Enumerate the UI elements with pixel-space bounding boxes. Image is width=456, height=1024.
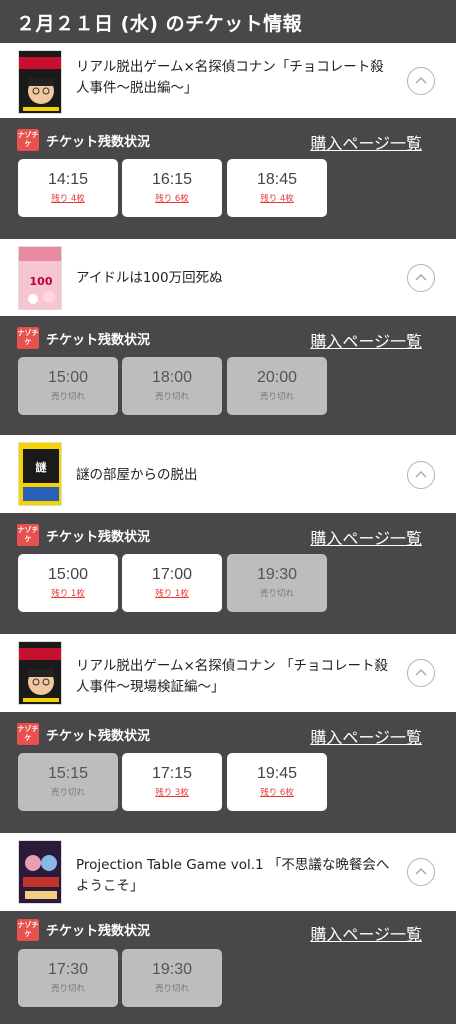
slot-remaining: 残り 6枚 <box>155 194 189 204</box>
slot-time: 15:00 <box>47 566 89 583</box>
event-card[interactable]: 謎 謎の部屋からの脱出 <box>0 435 456 513</box>
slot-time: 18:45 <box>256 171 298 188</box>
slot-time: 17:15 <box>151 765 193 782</box>
slot-remaining: 残り 1枚 <box>51 589 85 599</box>
time-slot-button[interactable]: 19:45 残り 6枚 <box>227 753 327 811</box>
event-card[interactable]: リアル脱出ゲーム×名探偵コナン 「チョコレート殺人事件〜現場検証編〜」 <box>0 634 456 712</box>
slot-soldout: 売り切れ <box>50 788 85 798</box>
purchase-page-link[interactable]: 購入ページ一覧 <box>310 525 422 549</box>
chevron-up-icon <box>415 470 427 478</box>
slot-soldout: 売り切れ <box>50 984 85 994</box>
chevron-up-icon <box>415 76 427 84</box>
ticket-section: ナゾチケ チケット残数状況 購入ページ一覧 14:15 残り 4枚 16:15 残り… <box>0 118 456 235</box>
slot-time: 15:15 <box>47 765 89 782</box>
time-slot-button: 19:30 売り切れ <box>122 949 222 1007</box>
event-title[interactable]: Projection Table Game vol.1 「不思議な晩餐会へようこ… <box>76 855 390 897</box>
purchase-page-link[interactable]: 購入ページ一覧 <box>310 130 422 154</box>
chevron-up-icon <box>415 867 427 875</box>
nazochike-logo-icon: ナゾチケ <box>17 129 39 151</box>
slot-time: 19:30 <box>151 961 193 978</box>
slot-time: 19:45 <box>256 765 298 782</box>
time-slot-button[interactable]: 17:15 残り 3枚 <box>122 753 222 811</box>
svg-text:100: 100 <box>30 275 53 288</box>
event-title[interactable]: アイドルは100万回死ぬ <box>76 268 390 289</box>
slot-remaining: 残り 3枚 <box>155 788 189 798</box>
ticket-status-label: チケット残数状況 <box>46 924 151 939</box>
event-title[interactable]: 謎の部屋からの脱出 <box>76 465 390 486</box>
event-thumbnail: 謎 <box>18 442 62 506</box>
purchase-page-link[interactable]: 購入ページ一覧 <box>310 724 422 748</box>
event-title[interactable]: リアル脱出ゲーム×名探偵コナン 「チョコレート殺人事件〜現場検証編〜」 <box>76 656 390 698</box>
slot-remaining: 残り 4枚 <box>51 194 85 204</box>
nazochike-logo-icon: ナゾチケ <box>17 327 39 349</box>
ticket-status-label: チケット残数状況 <box>46 135 151 150</box>
slot-time: 15:00 <box>47 369 89 386</box>
slot-soldout: 売り切れ <box>50 392 85 402</box>
time-slot-button: 17:30 売り切れ <box>18 949 118 1007</box>
ticket-section: ナゾチケ チケット残数状況 購入ページ一覧 17:30 売り切れ 19:30 売り切… <box>0 911 456 1024</box>
event-thumbnail: 100 <box>18 246 62 310</box>
slot-time: 14:15 <box>47 171 89 188</box>
collapse-toggle[interactable] <box>407 858 435 886</box>
time-slot-button: 15:15 売り切れ <box>18 753 118 811</box>
time-slot-button[interactable]: 18:45 残り 4枚 <box>227 159 327 217</box>
ticket-section: ナゾチケ チケット残数状況 購入ページ一覧 15:15 売り切れ 17:15 残り … <box>0 712 456 829</box>
slot-time: 18:00 <box>151 369 193 386</box>
chevron-up-icon <box>415 668 427 676</box>
event-card[interactable]: Projection Table Game vol.1 「不思議な晩餐会へようこ… <box>0 833 456 911</box>
slot-soldout: 売り切れ <box>259 589 294 599</box>
slot-time: 19:30 <box>256 566 298 583</box>
ticket-section: ナゾチケ チケット残数状況 購入ページ一覧 15:00 売り切れ 18:00 売り切… <box>0 316 456 435</box>
event-thumbnail <box>18 840 62 904</box>
purchase-page-link[interactable]: 購入ページ一覧 <box>310 328 422 352</box>
slot-soldout: 売り切れ <box>154 984 189 994</box>
event-title[interactable]: リアル脱出ゲーム×名探偵コナン「チョコレート殺人事件〜脱出編〜」 <box>76 57 390 99</box>
collapse-toggle[interactable] <box>407 264 435 292</box>
collapse-toggle[interactable] <box>407 67 435 95</box>
slot-time: 16:15 <box>151 171 193 188</box>
chevron-up-icon <box>415 273 427 281</box>
slot-time: 17:30 <box>47 961 89 978</box>
event-thumbnail <box>18 641 62 705</box>
slot-remaining: 残り 4枚 <box>260 194 294 204</box>
event-card[interactable]: 100 アイドルは100万回死ぬ <box>0 239 456 316</box>
slot-soldout: 売り切れ <box>259 392 294 402</box>
ticket-status-label: チケット残数状況 <box>46 333 151 348</box>
time-slot-button[interactable]: 16:15 残り 6枚 <box>122 159 222 217</box>
time-slot-button: 15:00 売り切れ <box>18 357 118 415</box>
nazochike-logo-icon: ナゾチケ <box>17 919 39 941</box>
slot-remaining: 残り 6枚 <box>260 788 294 798</box>
time-slot-button: 20:00 売り切れ <box>227 357 327 415</box>
slot-remaining: 残り 1枚 <box>155 589 189 599</box>
ticket-status-label: チケット残数状況 <box>46 729 151 744</box>
time-slot-button: 19:30 売り切れ <box>227 554 327 612</box>
slot-time: 17:00 <box>151 566 193 583</box>
page-title: ２月２１日 (水) のチケット情報 <box>0 0 456 43</box>
collapse-toggle[interactable] <box>407 659 435 687</box>
ticket-status-label: チケット残数状況 <box>46 530 151 545</box>
time-slot-button[interactable]: 15:00 残り 1枚 <box>18 554 118 612</box>
event-card[interactable]: リアル脱出ゲーム×名探偵コナン「チョコレート殺人事件〜脱出編〜」 <box>0 43 456 118</box>
slot-soldout: 売り切れ <box>154 392 189 402</box>
time-slot-button[interactable]: 17:00 残り 1枚 <box>122 554 222 612</box>
event-thumbnail <box>18 50 62 114</box>
slot-time: 20:00 <box>256 369 298 386</box>
collapse-toggle[interactable] <box>407 461 435 489</box>
time-slot-button[interactable]: 14:15 残り 4枚 <box>18 159 118 217</box>
nazochike-logo-icon: ナゾチケ <box>17 723 39 745</box>
time-slot-button: 18:00 売り切れ <box>122 357 222 415</box>
ticket-section: ナゾチケ チケット残数状況 購入ページ一覧 15:00 残り 1枚 17:00 残り… <box>0 513 456 630</box>
svg-text:謎: 謎 <box>36 460 47 474</box>
nazochike-logo-icon: ナゾチケ <box>17 524 39 546</box>
purchase-page-link[interactable]: 購入ページ一覧 <box>310 921 422 945</box>
